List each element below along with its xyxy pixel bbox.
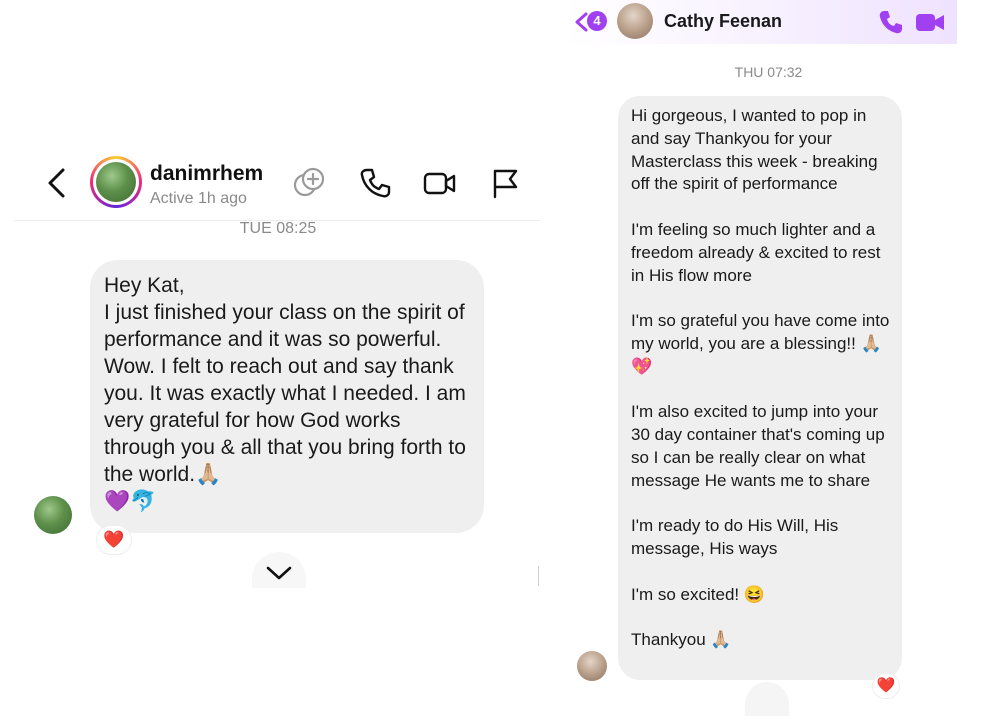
activity-status: Active 1h ago: [150, 190, 247, 207]
flag-icon[interactable]: [488, 166, 522, 200]
instagram-chat-screen: danimrhem Active 1h ago TUE 08:25 Hey Ka…: [0, 0, 545, 716]
video-icon[interactable]: [915, 9, 945, 35]
profile-photo: [96, 162, 136, 202]
message-paragraph: I'm so excited! 😆: [631, 584, 766, 604]
chevron-down-icon: [266, 566, 292, 580]
phone-icon[interactable]: [878, 9, 904, 35]
unread-count-badge: 4: [587, 11, 607, 31]
message-paragraph: Hi gorgeous, I wanted to pop in and say …: [631, 106, 878, 194]
message-bubble[interactable]: Hi gorgeous, I wanted to pop in and say …: [618, 96, 902, 680]
message-timestamp: THU 07:32: [734, 64, 803, 80]
message-bubble[interactable]: Hey Kat, I just finished your class on t…: [90, 260, 484, 533]
add-people-icon[interactable]: [292, 166, 326, 200]
sender-avatar[interactable]: [34, 496, 72, 534]
messenger-chat-screen: 4 Cathy Feenan THU 07:32 Hi gorgeous, I …: [545, 0, 992, 716]
scroll-down-button[interactable]: [745, 682, 789, 716]
message-paragraph: I'm also excited to jump into your 30 da…: [631, 402, 885, 490]
message-paragraph: Thankyou 🙏🏼: [631, 630, 732, 650]
sender-avatar[interactable]: [577, 651, 607, 681]
username[interactable]: danimrhem: [150, 162, 263, 186]
heart-reaction[interactable]: ❤️: [873, 674, 899, 698]
message-text: Hi gorgeous, I wanted to pop in and say …: [631, 105, 895, 652]
contact-name[interactable]: Cathy Feenan: [664, 11, 782, 32]
video-icon[interactable]: [422, 166, 456, 200]
avatar[interactable]: [90, 156, 142, 208]
scroll-down-button[interactable]: [252, 552, 306, 588]
message-paragraph: I'm feeling so much lighter and a freedo…: [631, 219, 881, 285]
divider: [538, 566, 539, 586]
back-icon[interactable]: [44, 166, 72, 200]
message-paragraph: I'm ready to do His Will, His message, H…: [631, 516, 839, 559]
message-timestamp: TUE 08:25: [239, 220, 317, 237]
chat-header: danimrhem Active 1h ago: [14, 140, 540, 221]
phone-icon[interactable]: [358, 166, 392, 200]
avatar[interactable]: [617, 3, 653, 39]
message-paragraph: I'm so grateful you have come into my wo…: [631, 311, 890, 376]
message-text: Hey Kat, I just finished your class on t…: [104, 274, 466, 513]
heart-reaction[interactable]: ❤️: [97, 526, 131, 554]
